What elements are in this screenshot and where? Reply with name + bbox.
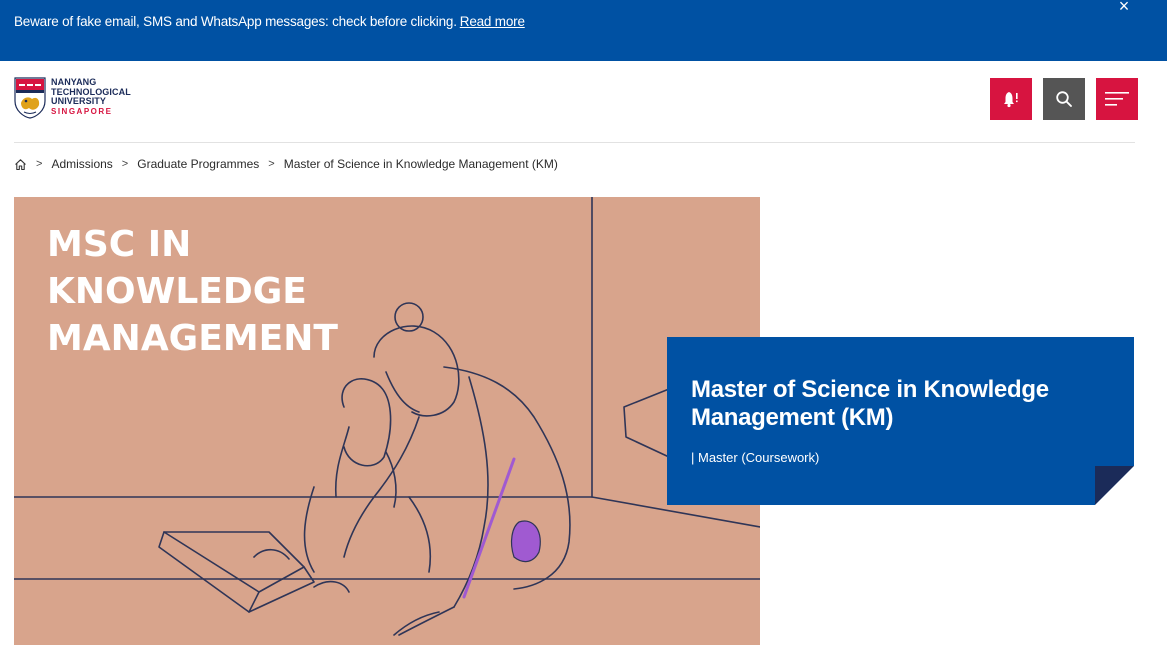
hero-illustration: MSC IN KNOWLEDGE MANAGEMENT: [14, 197, 760, 645]
breadcrumb-separator: >: [121, 158, 129, 170]
alert-message-text: Beware of fake email, SMS and WhatsApp m…: [14, 14, 457, 29]
corner-fold-icon: [1095, 466, 1134, 505]
logo-line-4: SINGAPORE: [51, 106, 113, 116]
breadcrumb-graduate-programmes[interactable]: Graduate Programmes: [137, 157, 259, 171]
hero-title-line-2: KNOWLEDGE: [47, 271, 307, 312]
ntu-logo[interactable]: NANYANG TECHNOLOGICAL UNIVERSITY SINGAPO…: [14, 77, 134, 121]
menu-icon: [1105, 92, 1129, 106]
bell-icon: [1004, 92, 1018, 108]
breadcrumb-current: Master of Science in Knowledge Managemen…: [283, 157, 558, 171]
close-icon[interactable]: ×: [1114, 0, 1134, 15]
notification-button[interactable]: [990, 78, 1032, 120]
breadcrumb: > Admissions > Graduate Programmes > Mas…: [14, 156, 558, 172]
search-icon: [1056, 91, 1072, 107]
read-more-link[interactable]: Read more: [460, 14, 525, 29]
programme-card: Master of Science in Knowledge Managemen…: [667, 337, 1134, 505]
crest-icon: [14, 77, 46, 119]
hero-title-line-1: MSC IN: [47, 224, 192, 265]
logo-wordmark: NANYANG TECHNOLOGICAL UNIVERSITY SINGAPO…: [51, 77, 131, 116]
header-divider: [14, 142, 1135, 143]
breadcrumb-admissions[interactable]: Admissions: [51, 157, 112, 171]
site-header: NANYANG TECHNOLOGICAL UNIVERSITY SINGAPO…: [0, 61, 1167, 143]
alert-bar: Beware of fake email, SMS and WhatsApp m…: [0, 0, 1167, 61]
hero-image-title: MSC IN KNOWLEDGE MANAGEMENT: [47, 221, 338, 362]
breadcrumb-separator: >: [36, 158, 43, 170]
breadcrumb-separator: >: [268, 158, 275, 170]
menu-button[interactable]: [1096, 78, 1138, 120]
alert-message: Beware of fake email, SMS and WhatsApp m…: [14, 14, 525, 29]
programme-type: | Master (Coursework): [691, 450, 820, 465]
programme-title: Master of Science in Knowledge Managemen…: [691, 376, 1049, 431]
home-icon[interactable]: [14, 158, 27, 171]
logo-line-3: UNIVERSITY: [51, 96, 107, 106]
search-button[interactable]: [1043, 78, 1085, 120]
hero-title-line-3: MANAGEMENT: [47, 318, 338, 359]
